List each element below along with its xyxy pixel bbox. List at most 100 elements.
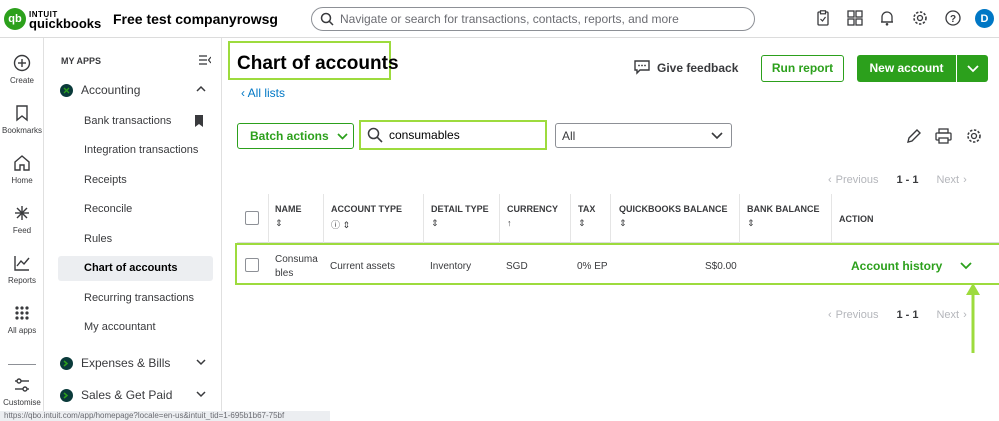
rail-feed[interactable]: Feed bbox=[0, 204, 44, 235]
section-label: Sales & Get Paid bbox=[81, 388, 173, 402]
status-url: https://qbo.intuit.com/app/homepage?loca… bbox=[0, 411, 330, 421]
next-page-button[interactable]: Next bbox=[936, 309, 959, 321]
sparkle-icon bbox=[15, 206, 29, 220]
column-divider bbox=[739, 194, 740, 243]
chevron-down-icon bbox=[196, 391, 206, 398]
row-checkbox[interactable] bbox=[245, 258, 259, 272]
col-account-type[interactable]: ACCOUNT TYPE ⓘ ⇕ bbox=[331, 204, 402, 231]
previous-page-button[interactable]: Previous bbox=[836, 174, 879, 186]
cell-name[interactable]: Consuma bles bbox=[275, 253, 318, 281]
info-sort-icon: ⓘ ⇕ bbox=[331, 220, 351, 230]
filter-value: All bbox=[562, 128, 576, 143]
previous-page-button[interactable]: Previous bbox=[836, 309, 879, 321]
rail-divider bbox=[8, 364, 36, 365]
menu-section-sales[interactable]: Sales & Get Paid bbox=[60, 388, 206, 402]
menu-item-reconcile[interactable]: Reconcile bbox=[84, 203, 132, 215]
run-report-button[interactable]: Run report bbox=[761, 55, 844, 82]
rail-label: Home bbox=[11, 176, 33, 185]
col-detail-type[interactable]: DETAIL TYPE ⇕ bbox=[431, 204, 489, 229]
sort-icon: ⇕ bbox=[619, 218, 627, 228]
column-divider bbox=[570, 194, 571, 243]
menu-item-bank-transactions[interactable]: Bank transactions bbox=[84, 115, 171, 127]
col-bank-balance-label: BANK BALANCE bbox=[747, 204, 820, 214]
settings-gear-icon[interactable] bbox=[966, 128, 982, 144]
column-divider bbox=[323, 194, 324, 243]
chevron-up-icon bbox=[196, 85, 206, 92]
rail-all-apps[interactable]: All apps bbox=[0, 304, 44, 335]
page-range: 1 - 1 bbox=[896, 174, 919, 186]
chevron-down-icon bbox=[337, 132, 348, 140]
chevron-left-icon: ‹ bbox=[828, 309, 832, 321]
bookmark-filled-icon[interactable] bbox=[194, 115, 204, 127]
chevron-down-icon bbox=[711, 132, 723, 140]
home-icon bbox=[14, 155, 30, 171]
menu-item-receipts[interactable]: Receipts bbox=[84, 174, 127, 186]
avatar[interactable]: D bbox=[975, 9, 994, 28]
left-rail: Create Bookmarks Home Feed Reports All a… bbox=[0, 38, 44, 421]
account-history-link[interactable]: Account history bbox=[851, 259, 942, 273]
rail-create[interactable]: Create bbox=[0, 54, 44, 85]
give-feedback-label: Give feedback bbox=[657, 60, 739, 75]
chevron-right-icon: › bbox=[963, 174, 967, 186]
new-account-dropdown[interactable] bbox=[957, 55, 988, 82]
menu-item-my-accountant[interactable]: My accountant bbox=[84, 321, 156, 333]
pencil-icon[interactable] bbox=[906, 128, 922, 144]
clipboard-icon[interactable] bbox=[816, 10, 830, 26]
menu-section-accounting[interactable]: Accounting bbox=[60, 83, 206, 97]
collapse-menu-icon[interactable] bbox=[199, 55, 211, 65]
company-name: Free test companyrowsg bbox=[113, 11, 278, 27]
all-lists-link[interactable]: ‹ All lists bbox=[241, 86, 285, 100]
gear-icon[interactable] bbox=[912, 10, 928, 26]
help-icon[interactable]: ? bbox=[945, 10, 961, 26]
batch-actions-label: Batch actions bbox=[250, 129, 329, 143]
search-value: consumables bbox=[389, 128, 460, 142]
batch-actions-button[interactable]: Batch actions bbox=[237, 123, 354, 149]
rail-customise[interactable]: Customise bbox=[0, 376, 44, 407]
new-account-button[interactable]: New account bbox=[857, 55, 956, 82]
col-qb-balance[interactable]: QUICKBOOKS BALANCE ⇕ bbox=[619, 204, 728, 229]
rail-label: Customise bbox=[3, 398, 41, 407]
col-qb-balance-label: QUICKBOOKS BALANCE bbox=[619, 204, 728, 214]
sliders-icon bbox=[15, 378, 29, 392]
my-apps-heading: MY APPS bbox=[61, 56, 102, 66]
next-page-button[interactable]: Next bbox=[936, 174, 959, 186]
col-account-type-label: ACCOUNT TYPE bbox=[331, 204, 403, 214]
menu-item-recurring-transactions[interactable]: Recurring transactions bbox=[84, 292, 194, 304]
bell-icon[interactable] bbox=[880, 10, 894, 26]
sort-icon: ⇕ bbox=[747, 218, 755, 228]
menu-item-chart-of-accounts[interactable]: Chart of accounts bbox=[58, 256, 213, 281]
printer-icon[interactable] bbox=[935, 128, 952, 144]
col-currency[interactable]: CURRENCY ↑ bbox=[507, 204, 558, 228]
menu-item-rules[interactable]: Rules bbox=[84, 233, 112, 245]
cell-qb-balance: S$0.00 bbox=[705, 261, 737, 272]
table-header: NAME ⇕ ACCOUNT TYPE ⓘ ⇕ DETAIL TYPE ⇕ CURRE… bbox=[237, 194, 999, 243]
all-lists-label: All lists bbox=[247, 86, 286, 100]
rail-bookmarks[interactable]: Bookmarks bbox=[0, 104, 44, 135]
section-label: Accounting bbox=[81, 83, 141, 97]
menu-section-expenses[interactable]: Expenses & Bills bbox=[60, 356, 206, 370]
select-all-checkbox[interactable] bbox=[245, 211, 259, 225]
quickbooks-logo[interactable]: qb INTUIT quickbooks bbox=[4, 8, 101, 30]
give-feedback-button[interactable]: Give feedback bbox=[634, 60, 738, 75]
annotation-arrow-icon bbox=[966, 283, 980, 353]
account-search-input[interactable]: consumables bbox=[363, 124, 543, 146]
col-name[interactable]: NAME ⇕ bbox=[275, 204, 302, 229]
row-actions-chevron-icon[interactable] bbox=[960, 262, 972, 270]
rail-reports[interactable]: Reports bbox=[0, 254, 44, 285]
column-divider bbox=[268, 194, 269, 243]
col-bank-balance[interactable]: BANK BALANCE ⇕ bbox=[747, 204, 820, 229]
rail-home[interactable]: Home bbox=[0, 154, 44, 185]
menu-item-integration-transactions[interactable]: Integration transactions bbox=[84, 144, 198, 156]
sort-icon: ⇕ bbox=[578, 218, 586, 228]
rail-label: Reports bbox=[7, 276, 36, 285]
col-tax[interactable]: TAX ⇕ bbox=[578, 204, 595, 229]
plus-circle-icon bbox=[13, 54, 31, 72]
brand-quickbooks: quickbooks bbox=[29, 16, 102, 31]
col-action: ACTION bbox=[839, 214, 874, 224]
global-search-input[interactable]: Navigate or search for transactions, con… bbox=[311, 7, 755, 31]
cell-detail-type: Inventory bbox=[430, 261, 472, 272]
rail-label: All apps bbox=[7, 326, 37, 335]
account-filter-select[interactable]: All bbox=[555, 123, 732, 148]
cell-tax: 0% EP bbox=[577, 261, 608, 272]
apps-switch-icon[interactable] bbox=[847, 10, 863, 26]
